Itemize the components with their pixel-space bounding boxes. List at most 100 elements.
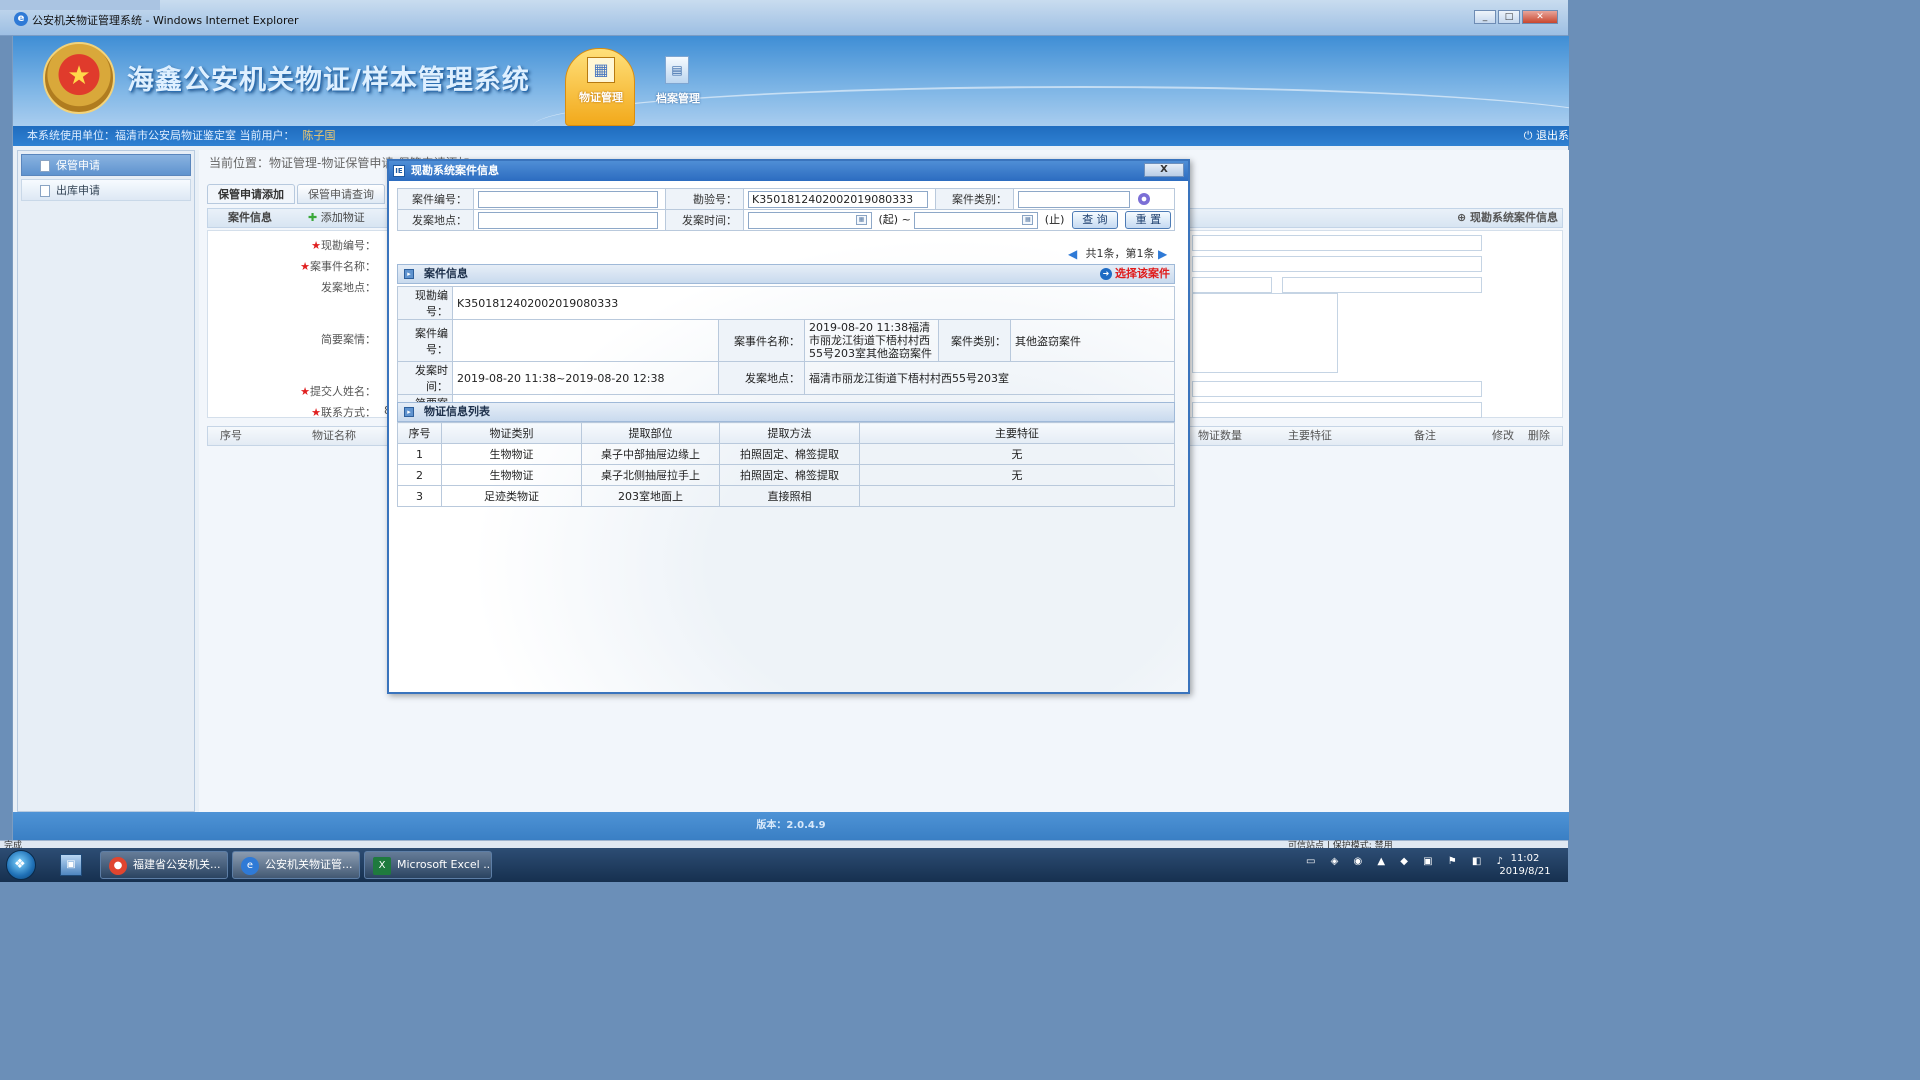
tab-custody-query[interactable]: 保管申请查询 [297, 184, 385, 204]
submitter-label: ★提交人姓名： [300, 385, 376, 398]
contact-label: ★联系方式： [311, 406, 376, 419]
show-desktop-icon[interactable]: ▣ [60, 854, 82, 876]
add-evidence-button[interactable]: ✚ 添加物证 [308, 209, 365, 227]
collapse-icon[interactable]: ▸ [404, 269, 414, 279]
nav-archive-management[interactable]: ▤ 档案管理 [649, 54, 707, 114]
survey-no-label: 勘验号： [665, 188, 744, 210]
case-info-header: ▸ 案件信息 ➜ 选择该案件 [397, 264, 1175, 284]
ie-icon: e [14, 12, 28, 26]
collapse-icon[interactable]: ▸ [404, 407, 414, 417]
case-type-select[interactable] [1018, 190, 1130, 208]
power-icon: ⏻ [1523, 129, 1533, 142]
system-tray[interactable]: ▭ ◈ ◉ ▲ ◆ ▣ ⚑ ◧ ♪ [1306, 856, 1509, 867]
col-qty: 物证数量 [1198, 429, 1242, 442]
add-evidence-label: 添加物证 [320, 211, 365, 224]
case-no-input[interactable] [478, 190, 658, 208]
calendar-icon[interactable]: ▦ [1022, 215, 1034, 225]
start-button[interactable]: ❖ [6, 850, 36, 880]
info-place-label: 发案地点： [718, 361, 806, 395]
cell-no: 2 [397, 464, 442, 486]
cell-method: 拍照固定、棉签提取 [719, 443, 860, 465]
clock-time: 11:02 [1510, 853, 1540, 864]
plus-icon: ✚ [308, 211, 318, 224]
plus-circle-icon: ⊕ [1456, 211, 1467, 224]
pager-text: 共1条，第1条 [1085, 247, 1155, 260]
survey-no-input[interactable] [1192, 235, 1482, 251]
taskbar-excel[interactable]: X Microsoft Excel ... [364, 851, 492, 879]
cell-feature: 无 [859, 443, 1175, 465]
submitter-input[interactable] [1192, 381, 1482, 397]
survey-case-info-button[interactable]: ⊕ 现勘系统案件信息 [1457, 209, 1558, 227]
col-no: 序号 [220, 429, 242, 442]
taskbar-label: Microsoft Excel ... [397, 858, 492, 871]
contact-input[interactable] [1192, 402, 1482, 418]
reset-button[interactable]: 重 置 [1125, 211, 1172, 229]
query-form: 案件编号： 勘验号： K3501812402002019080333 案件类别：… [397, 188, 1175, 231]
archive-icon: ▤ [665, 56, 689, 84]
calendar-icon[interactable]: ▦ [856, 215, 867, 225]
cell-feature: 无 [859, 464, 1175, 486]
sidebar-item-custody-request[interactable]: 保管申请 [21, 154, 191, 176]
case-name-input[interactable] [1192, 256, 1482, 272]
taskbar-label: 公安机关物证管... [265, 858, 353, 871]
nav-evidence-management[interactable]: ▦ 物证管理 [565, 48, 635, 126]
survey-no-input[interactable]: K3501812402002019080333 [748, 190, 928, 208]
user-info-bar: 本系统使用单位：福清市公安局物证鉴定室 当前用户： 陈子国 ⏻ 退出系 [13, 126, 1569, 146]
case-type-label: 案件类别： [935, 188, 1014, 210]
col-remark: 备注 [1414, 429, 1436, 442]
page-tabs: 保管申请添加 保管申请查询 [207, 184, 387, 204]
time-start-input[interactable] [748, 211, 872, 229]
case-info-label: 案件信息 [228, 211, 272, 224]
col-edit: 修改 [1492, 429, 1514, 442]
table-row[interactable]: 2 生物物证 桌子北侧抽屉拉手上 拍照固定、棉签提取 无 [397, 464, 1175, 486]
search-button[interactable]: 查 询 [1071, 211, 1118, 229]
taskbar-ie[interactable]: e 公安机关物证管... [232, 851, 360, 879]
select-case-link[interactable]: ➜ 选择该案件 [1100, 265, 1170, 283]
time-start-suffix: (起) ~ [878, 213, 911, 226]
brief-textarea[interactable] [1192, 293, 1338, 373]
info-case-name: 2019-08-20 11:38福清市丽龙江街道下梧村村西55号203室其他盗窃… [804, 319, 940, 362]
info-time-label: 发案时间： [396, 361, 454, 395]
police-emblem-icon: ★ [43, 42, 115, 114]
chevron-down-icon[interactable]: ▾ [1138, 193, 1150, 205]
info-case-name-label: 案事件名称： [718, 319, 806, 362]
minimize-button[interactable]: _ [1474, 10, 1496, 24]
version-footer: 版本：2.0.4.9 [13, 812, 1569, 840]
col-header: 序号 [397, 422, 442, 444]
select-case-label: 选择该案件 [1115, 267, 1170, 280]
unit-text: 本系统使用单位：福清市公安局物证鉴定室 当前用户： [27, 129, 295, 142]
taskbar-chrome[interactable]: ● 福建省公安机关... [100, 851, 228, 879]
col-header: 物证类别 [441, 422, 582, 444]
dialog-close-button[interactable]: X [1144, 163, 1184, 177]
place-label: 发案地点： [321, 281, 376, 294]
table-row[interactable]: 3 足迹类物证 203室地面上 直接照相 [397, 485, 1175, 507]
close-window-button[interactable]: ✕ [1522, 10, 1558, 24]
date-end-input[interactable] [1282, 277, 1482, 293]
dialog-titlebar: IE 现勘系统案件信息 X [389, 161, 1188, 181]
window-title: 公安机关物证管理系统 - Windows Internet Explorer [32, 14, 299, 27]
sidebar-item-outbound-request[interactable]: 出库申请 [21, 179, 191, 201]
cell-feature [859, 485, 1175, 507]
prev-page-icon[interactable]: ◀ [1068, 247, 1082, 261]
arrow-right-icon: ➜ [1100, 268, 1112, 280]
dialog-title: 现勘系统案件信息 [411, 164, 499, 177]
header-banner: ★ 海鑫公安机关物证/样本管理系统 ▦ 物证管理 ▤ 档案管理 [13, 36, 1569, 126]
clock-date: 2019/8/21 [1499, 866, 1551, 877]
place-label: 发案地点： [397, 209, 474, 231]
table-row[interactable]: 1 生物物证 桌子中部抽屉边缘上 拍照固定、棉签提取 无 [397, 443, 1175, 465]
clock[interactable]: 11:02 2019/8/21 [1494, 852, 1556, 878]
cell-no: 1 [397, 443, 442, 465]
col-delete: 删除 [1528, 429, 1550, 442]
time-end-input[interactable] [914, 211, 1039, 229]
logout-link[interactable]: ⏻ 退出系 [1524, 126, 1569, 146]
info-case-no-label: 案件编号： [396, 319, 454, 362]
tab-custody-add[interactable]: 保管申请添加 [207, 184, 295, 204]
maximize-button[interactable]: □ [1498, 10, 1520, 24]
date-start-input[interactable] [1192, 277, 1272, 293]
next-page-icon[interactable]: ▶ [1158, 247, 1172, 261]
browser-titlebar: e 公安机关物证管理系统 - Windows Internet Explorer… [0, 0, 1568, 36]
place-input[interactable] [478, 211, 658, 229]
pager: ◀ 共1条，第1条 ▶ [1068, 245, 1172, 261]
survey-no-label: ★现勘编号： [311, 239, 376, 252]
survey-case-dialog: IE 现勘系统案件信息 X 案件编号： 勘验号： K35018124020020… [387, 159, 1190, 694]
